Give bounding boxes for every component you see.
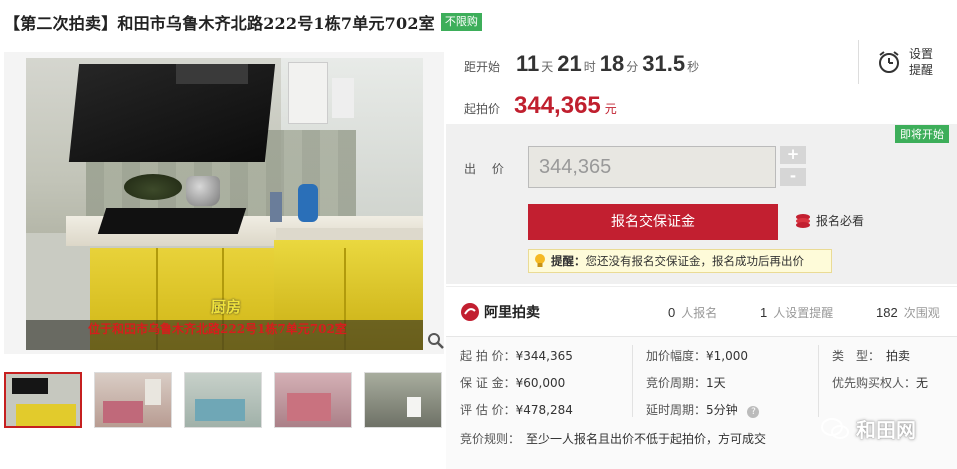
alibaba-auction-logo-icon — [461, 303, 479, 321]
detail-increment: 加价幅度：¥1,000 — [646, 349, 749, 363]
bid-decrease-button[interactable]: - — [780, 168, 806, 186]
detail-period: 竞价周期：1天 — [646, 376, 726, 390]
main-photo-viewer[interactable]: 厨房 位于和田市乌鲁木齐北路222号1栋7单元702室 — [4, 52, 444, 354]
detail-priority-buyer: 优先购买权人：无 — [832, 376, 929, 390]
thumbnail-bedroom-3[interactable] — [274, 372, 352, 428]
signup-count: 0 人报名 — [668, 305, 718, 320]
countdown-row: 距开始 11 天 21 时 18 分 31.5 秒 — [464, 51, 700, 76]
signup-guide-link[interactable]: 报名必看 — [794, 212, 864, 229]
reminder-count: 1 人设置提醒 — [760, 305, 834, 320]
auction-title: 【第二次拍卖】和田市乌鲁木齐北路222号1栋7单元702室 — [4, 14, 435, 33]
auction-stats-bar: 阿里拍卖 0 人报名 1 人设置提醒 182 次围观 — [446, 286, 957, 334]
start-price-value: 344,365 — [514, 92, 601, 119]
tip-text: 您还没有报名交保证金，报名成功后再出价 — [585, 254, 805, 268]
help-icon[interactable]: ? — [747, 406, 760, 418]
bid-increase-button[interactable]: + — [780, 146, 806, 164]
deposit-tip: 提醒： 您还没有报名交保证金，报名成功后再出价 — [528, 249, 832, 273]
thumbnail-kitchen[interactable] — [4, 372, 82, 428]
set-reminder-label: 设置提醒 — [909, 47, 934, 77]
thumbnail-bedroom-1[interactable] — [94, 372, 172, 428]
view-count: 182 次围观 — [876, 305, 940, 320]
photo-caption-room: 厨房 — [211, 298, 242, 316]
set-reminder-button[interactable]: 设置提醒 — [858, 40, 957, 84]
watermark-text: 和田网 — [856, 418, 916, 442]
thumbnail-bedroom-2[interactable] — [184, 372, 262, 428]
tip-title: 提醒： — [551, 254, 586, 268]
start-price-row: 起拍价 344,365 元 — [464, 92, 617, 119]
pay-deposit-button[interactable]: 报名交保证金 — [528, 204, 778, 240]
bid-label: 出 价 — [464, 162, 510, 176]
signup-guide-label: 报名必看 — [816, 214, 865, 228]
countdown-minutes: 18 — [599, 51, 625, 76]
bid-area: 即将开始 出 价 344,365 + - 报名交保证金 报名必看 提醒： 您还没… — [446, 124, 957, 284]
countdown-label: 距开始 — [464, 60, 501, 74]
alibaba-auction-brand: 阿里拍卖 — [484, 305, 540, 321]
bid-amount-input[interactable]: 344,365 — [528, 146, 776, 188]
lightbulb-icon — [535, 254, 545, 267]
wechat-icon — [821, 417, 849, 439]
kitchen-photo: 厨房 位于和田市乌鲁木齐北路222号1栋7单元702室 — [26, 58, 423, 350]
detail-appraisal: 评 估 价：¥478,284 — [460, 403, 573, 417]
no-purchase-limit-badge: 不限购 — [440, 13, 482, 31]
detail-type: 类 型： 拍卖 — [832, 349, 911, 363]
zoom-icon[interactable] — [427, 332, 445, 350]
countdown-hours: 21 — [557, 51, 582, 76]
countdown-seconds: 31.5 — [642, 51, 686, 76]
coin-stack-icon — [796, 213, 810, 228]
countdown-days: 11 — [516, 51, 540, 76]
detail-bid-rule: 竞价规则： 至少一人报名且出价不低于起拍价，方可成交 — [460, 432, 767, 446]
alarm-clock-icon — [879, 51, 899, 73]
auction-title-bar: 【第二次拍卖】和田市乌鲁木齐北路222号1栋7单元702室 不限购 — [4, 8, 482, 36]
detail-start-price: 起 拍 价：¥344,365 — [460, 349, 573, 363]
watermark: 和田网 — [820, 414, 916, 443]
thumbnail-strip — [4, 372, 444, 430]
detail-extension: 延时周期：5分钟 ? — [646, 401, 760, 418]
detail-deposit: 保 证 金：¥60,000 — [460, 376, 566, 390]
coming-soon-badge: 即将开始 — [895, 125, 949, 143]
start-price-label: 起拍价 — [464, 102, 501, 116]
auction-details: 起 拍 价：¥344,365 保 证 金：¥60,000 评 估 价：¥478,… — [446, 336, 957, 469]
alibaba-auction-logo: 阿里拍卖 — [460, 302, 540, 322]
thumbnail-bathroom[interactable] — [364, 372, 442, 428]
photo-caption-location: 位于和田市乌鲁木齐北路222号1栋7单元702室 — [88, 322, 347, 336]
